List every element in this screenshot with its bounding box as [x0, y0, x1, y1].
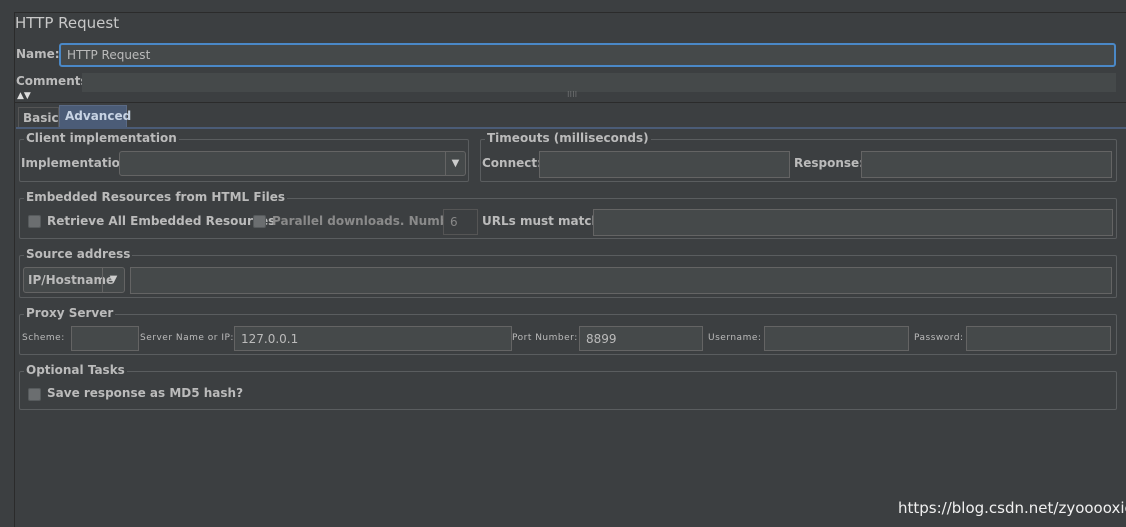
- md5-hash-checkbox[interactable]: [28, 388, 41, 401]
- parallel-downloads-label: Parallel downloads. Number:: [272, 214, 468, 228]
- watermark: https://blog.csdn.net/zyooooxie: [898, 499, 1126, 517]
- implementation-label: Implementation:: [21, 156, 134, 170]
- group-title: Source address: [24, 247, 133, 261]
- divider: [15, 102, 1126, 103]
- response-label: Response:: [794, 156, 864, 170]
- connect-input[interactable]: [539, 151, 790, 178]
- group-title: Timeouts (milliseconds): [485, 131, 651, 145]
- splitter-handle[interactable]: ⁝⁝⁝⁝: [567, 90, 577, 99]
- connect-label: Connect:: [482, 156, 542, 170]
- retrieve-all-label: Retrieve All Embedded Resources: [47, 214, 276, 228]
- collapse-arrows-icon[interactable]: ▲▼: [17, 91, 31, 101]
- scheme-input[interactable]: [71, 326, 139, 351]
- comments-label: Comments:: [16, 74, 93, 88]
- chevron-down-icon[interactable]: ▼: [102, 268, 124, 292]
- port-number-input[interactable]: 8899: [579, 326, 703, 351]
- username-label: Username:: [708, 333, 762, 343]
- group-title: Client implementation: [24, 131, 179, 145]
- source-address-input[interactable]: [130, 267, 1112, 294]
- response-input[interactable]: [861, 151, 1112, 178]
- retrieve-all-checkbox[interactable]: [28, 215, 41, 228]
- port-number-label: Port Number:: [512, 333, 578, 343]
- scheme-label: Scheme:: [22, 333, 65, 343]
- implementation-select[interactable]: ▼: [119, 151, 466, 176]
- page-title: HTTP Request: [15, 14, 120, 32]
- source-type-select[interactable]: IP/Hostname ▼: [23, 267, 125, 293]
- password-input[interactable]: [966, 326, 1111, 351]
- group-title: Embedded Resources from HTML Files: [24, 190, 288, 204]
- name-input[interactable]: HTTP Request: [59, 43, 1116, 67]
- server-name-label: Server Name or IP:: [140, 333, 234, 343]
- group-title: Optional Tasks: [24, 363, 127, 377]
- username-input[interactable]: [764, 326, 909, 351]
- parallel-downloads-checkbox[interactable]: [253, 215, 266, 228]
- tab-content-border: [16, 127, 1126, 129]
- comments-input[interactable]: [82, 73, 1116, 92]
- tab-advanced[interactable]: Advanced: [59, 105, 131, 128]
- urls-must-match-input[interactable]: [593, 209, 1113, 236]
- group-title: Proxy Server: [24, 306, 116, 320]
- name-label: Name:: [16, 47, 60, 61]
- chevron-down-icon[interactable]: ▼: [445, 152, 465, 175]
- parallel-number-input[interactable]: 6: [443, 209, 478, 235]
- tab-basic[interactable]: Basic: [18, 107, 59, 128]
- md5-hash-label: Save response as MD5 hash?: [47, 386, 244, 400]
- server-name-input[interactable]: 127.0.0.1: [234, 326, 512, 351]
- password-label: Password:: [914, 333, 964, 343]
- urls-must-match-label: URLs must match:: [482, 214, 605, 228]
